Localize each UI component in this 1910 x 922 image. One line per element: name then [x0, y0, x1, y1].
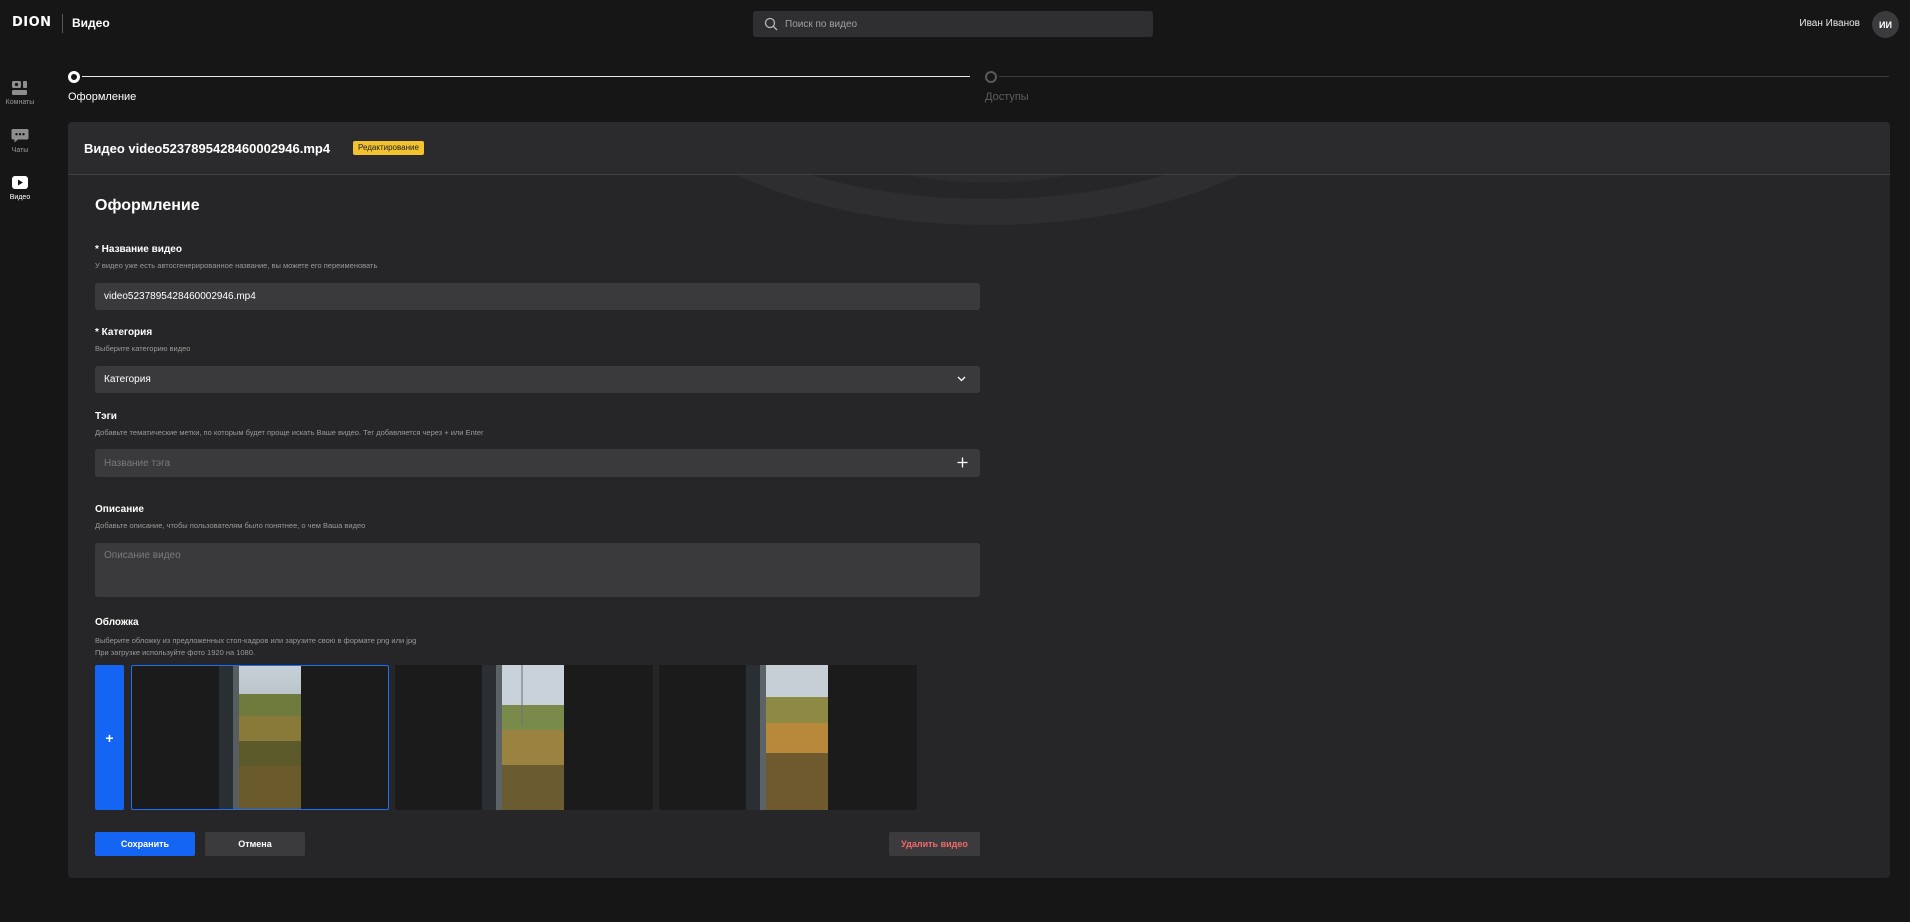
rooms-icon	[12, 81, 27, 95]
sidebar-item-label: Чаты	[11, 147, 29, 154]
cover-thumbnail-2[interactable]	[395, 665, 653, 810]
tags-hint: Добавьте тематические метки, по которым …	[95, 428, 484, 437]
sidebar-item-rooms[interactable]: Комнаты	[0, 80, 40, 106]
description-hint: Добавьте описание, чтобы пользователям б…	[95, 521, 366, 530]
category-select[interactable]: Категория	[95, 366, 980, 393]
video-name-field[interactable]	[95, 283, 980, 310]
step-indicator-design[interactable]	[68, 71, 80, 83]
description-label: Описание	[95, 504, 144, 515]
category-selected-value: Категория	[104, 374, 151, 385]
tags-label: Тэги	[95, 411, 117, 422]
chat-icon	[11, 129, 29, 143]
category-label: * Категория	[95, 327, 153, 338]
dion-logo[interactable]: DION	[12, 15, 52, 30]
cover-thumbnail-1[interactable]	[131, 665, 389, 810]
panel-header: Видео video5237895428460002946.mp4 Редак…	[68, 122, 1890, 175]
search-bar[interactable]	[753, 11, 1153, 37]
cover-thumbnail-3[interactable]	[659, 665, 917, 810]
top-header: DION Видео Иван Иванов ИИ	[0, 0, 1910, 48]
thumbnail-image	[219, 666, 301, 809]
cancel-button[interactable]: Отмена	[205, 832, 305, 856]
step-label-access[interactable]: Доступы	[985, 91, 1029, 103]
status-badge: Редактирование	[353, 141, 424, 155]
video-title: Видео video5237895428460002946.mp4	[84, 141, 331, 156]
cover-hint-size: При загрузке используйте фото 1920 на 10…	[95, 648, 255, 657]
tags-input[interactable]	[104, 449, 954, 477]
sidebar-item-chats[interactable]: Чаты	[0, 128, 40, 154]
video-name-label: * Название видео	[95, 244, 182, 255]
save-button[interactable]: Сохранить	[95, 832, 195, 856]
avatar[interactable]: ИИ	[1872, 11, 1899, 38]
description-field[interactable]	[95, 543, 980, 597]
logo-divider	[62, 14, 63, 33]
add-tag-icon[interactable]	[957, 457, 968, 468]
step-indicator-access[interactable]	[985, 71, 997, 83]
edit-video-panel: Видео video5237895428460002946.mp4 Редак…	[68, 122, 1890, 878]
step-label-design[interactable]: Оформление	[68, 91, 136, 103]
sidebar-item-label: Комнаты	[5, 99, 35, 106]
search-icon	[764, 17, 778, 31]
form-title: Оформление	[95, 197, 200, 214]
plus-icon: +	[105, 729, 114, 746]
video-name-input[interactable]	[104, 283, 954, 310]
chevron-down-icon	[957, 376, 966, 382]
cover-hint: Выберите обложку из предложенных стоп-ка…	[95, 636, 417, 645]
video-name-hint: У видео уже есть автосгенерированное наз…	[95, 261, 378, 270]
tags-field[interactable]	[95, 449, 980, 477]
cover-label: Обложка	[95, 617, 139, 628]
description-textarea[interactable]	[104, 550, 954, 592]
video-play-icon	[12, 176, 28, 189]
sidebar-item-label: Видео	[9, 194, 31, 201]
search-input[interactable]	[785, 11, 1145, 37]
user-name[interactable]: Иван Иванов	[1799, 18, 1860, 29]
thumbnail-image	[482, 665, 564, 810]
step-progress-line	[82, 76, 970, 77]
section-title: Видео	[72, 16, 110, 30]
category-hint: Выберите категорию видео	[95, 344, 191, 353]
delete-video-button[interactable]: Удалить видео	[889, 832, 980, 856]
upload-cover-button[interactable]: +	[95, 665, 124, 810]
thumbnail-image	[746, 665, 828, 810]
sidebar-item-video[interactable]: Видео	[0, 175, 40, 201]
step-remaining-line	[999, 76, 1889, 77]
